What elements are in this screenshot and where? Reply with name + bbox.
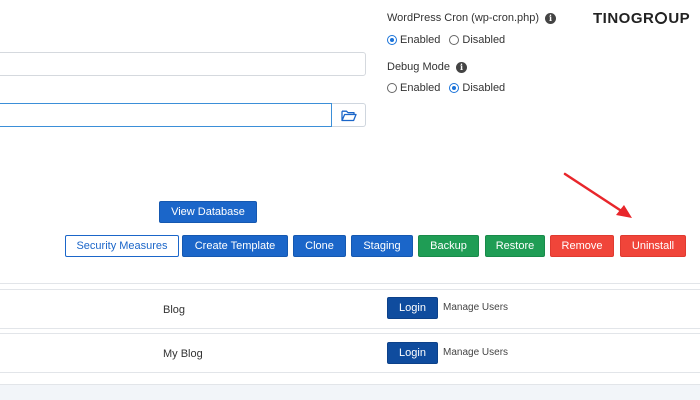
backup-button[interactable]: Backup [418, 235, 479, 257]
table-row: My Blog Login Manage Users [0, 334, 700, 372]
folder-open-icon [340, 110, 357, 121]
debug-disabled-label[interactable]: Disabled [462, 82, 505, 94]
create-template-button[interactable]: Create Template [182, 235, 288, 257]
row-divider [0, 333, 700, 334]
remove-button[interactable]: Remove [550, 235, 614, 257]
debug-setting-label: Debug Mode i [387, 61, 467, 73]
restore-button[interactable]: Restore [485, 235, 545, 257]
site-name: Blog [163, 304, 186, 316]
cron-label-text: WordPress Cron (wp-cron.php) [387, 12, 540, 24]
page-footer-band [0, 384, 700, 400]
cron-enabled-radio[interactable] [387, 35, 397, 45]
logo-text-right: GR [630, 10, 655, 27]
directory-path-input[interactable] [0, 103, 332, 127]
info-icon[interactable]: i [545, 12, 557, 24]
manage-users-link[interactable]: Manage Users [443, 302, 508, 313]
debug-radio-group: Enabled Disabled [387, 82, 511, 94]
debug-enabled-label[interactable]: Enabled [400, 82, 440, 94]
row-divider [0, 328, 700, 329]
logo-text-left: TINO [593, 10, 631, 27]
login-button[interactable]: Login [387, 342, 438, 364]
tinogroup-logo: TINOGR UP [593, 10, 690, 27]
browse-folder-button[interactable] [332, 103, 366, 127]
debug-enabled-radio[interactable] [387, 83, 397, 93]
cron-disabled-label[interactable]: Disabled [462, 34, 505, 46]
table-row: Blog Login Manage Users [0, 290, 700, 328]
top-text-input[interactable] [0, 52, 366, 76]
info-icon[interactable]: i [456, 61, 467, 73]
manage-users-link[interactable]: Manage Users [443, 347, 508, 358]
cron-enabled-label[interactable]: Enabled [400, 34, 440, 46]
view-database-button[interactable]: View Database [159, 201, 257, 223]
logo-ring-icon [655, 12, 668, 24]
debug-disabled-radio[interactable] [449, 83, 460, 93]
clone-button[interactable]: Clone [293, 235, 346, 257]
logo-text-end: UP [668, 10, 691, 27]
section-divider [0, 283, 700, 284]
security-measures-button[interactable]: Security Measures [65, 235, 179, 257]
uninstall-button[interactable]: Uninstall [620, 235, 686, 257]
login-button[interactable]: Login [387, 297, 438, 319]
staging-button[interactable]: Staging [351, 235, 413, 257]
debug-label-text: Debug Mode [387, 61, 450, 73]
cron-disabled-radio[interactable] [449, 35, 460, 45]
row-divider [0, 372, 700, 373]
cron-setting-label: WordPress Cron (wp-cron.php) i [387, 12, 557, 24]
annotation-arrow-icon [563, 172, 632, 218]
site-name: My Blog [163, 348, 203, 360]
cron-radio-group: Enabled Disabled [387, 34, 511, 46]
